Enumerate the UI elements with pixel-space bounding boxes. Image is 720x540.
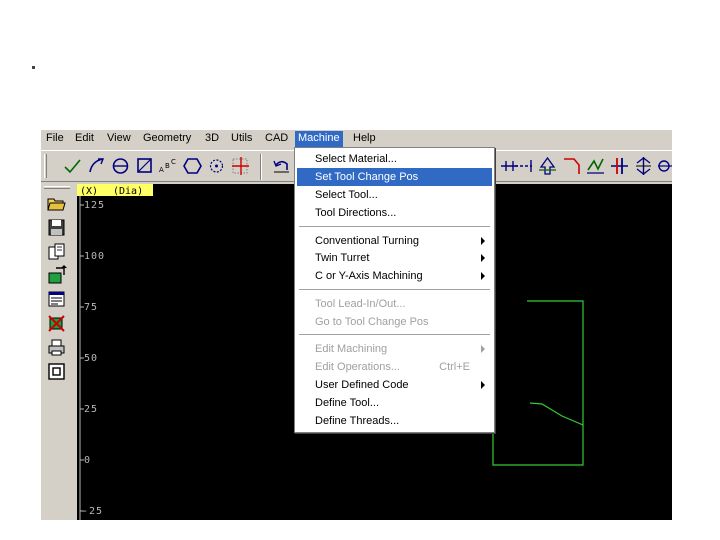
menu-separator [299,226,490,228]
menu-item-twin-turret[interactable]: Twin Turret [297,249,492,267]
menu-item-c-or-y-axis-machining[interactable]: C or Y-Axis Machining [297,267,492,285]
menu-item-tool-lead-in-out: Tool Lead-In/Out... [297,295,492,313]
save-disk-icon[interactable] [46,217,67,238]
open-folder-icon[interactable] [46,193,67,214]
menu-edit[interactable]: Edit [72,131,97,147]
frame-view-icon[interactable] [46,361,67,382]
menu-cad[interactable]: CAD [262,131,291,147]
svg-text:C: C [171,158,176,166]
delete-tool-icon[interactable] [46,313,67,334]
dia-header-label: (Dia) [113,186,143,197]
menu-item-label: Edit Operations... [315,361,400,373]
bullet-dot [32,66,35,69]
ruler-label: 125 [84,200,105,211]
copy-files-icon[interactable] [46,241,67,262]
menu-item-label: Select Material... [315,153,397,165]
menu-item-user-defined-code[interactable]: User Defined Code [297,376,492,394]
offset-tool-icon[interactable] [633,155,654,177]
line-tool-icon[interactable] [62,155,83,177]
angle-tool-icon[interactable] [561,155,582,177]
submenu-arrow-icon [481,237,485,245]
menu-item-label: Define Tool... [315,397,380,409]
text-abc-icon[interactable]: ABC [158,155,179,177]
menu-item-edit-operations: Edit Operations... Ctrl+E [297,358,492,376]
point-grid-icon[interactable] [230,155,251,177]
circle-tool-icon[interactable] [110,155,131,177]
chamfer-line-icon[interactable] [585,155,606,177]
menu-item-label: Select Tool... [315,189,378,201]
menu-geometry[interactable]: Geometry [140,131,194,147]
target-circle-icon[interactable] [206,155,227,177]
submenu-arrow-icon [481,345,485,353]
menu-item-label: Define Threads... [315,415,400,427]
menu-3d[interactable]: 3D [202,131,222,147]
toolbar-separator [260,154,262,180]
menu-item-label: Edit Machining [315,343,388,355]
ruler-label: 50 [84,353,98,364]
svg-text:A: A [159,166,164,174]
edit-form-icon[interactable] [46,289,67,310]
ruler-label: 25 [84,404,98,415]
menu-help[interactable]: Help [350,131,379,147]
menu-item-go-to-tool-change-pos: Go to Tool Change Pos [297,313,492,331]
menu-utils[interactable]: Utils [228,131,255,147]
menu-item-label: Twin Turret [315,252,370,264]
machine-dropdown-menu: Select Material... Set Tool Change Pos S… [294,147,495,433]
menu-item-label: User Defined Code [315,379,409,391]
ruler-label: 100 [84,251,105,262]
menu-item-label: Tool Lead-In/Out... [315,298,406,310]
menu-item-select-tool[interactable]: Select Tool... [297,186,492,204]
toolbar-grip[interactable] [44,154,47,178]
left-toolbar-grip[interactable] [44,186,70,189]
submenu-arrow-icon [481,272,485,280]
menu-item-define-tool[interactable]: Define Tool... [297,394,492,412]
chamfer-icon[interactable] [513,155,534,177]
menu-item-edit-machining: Edit Machining [297,340,492,358]
menu-bar: File Edit View Geometry 3D Utils CAD Mac… [41,130,672,148]
menu-item-label: C or Y-Axis Machining [315,270,423,282]
arrow-tool-icon[interactable] [537,155,558,177]
menu-item-label: Set Tool Change Pos [315,171,419,183]
more-tool-icon[interactable] [656,155,672,177]
menu-item-set-tool-change-pos[interactable]: Set Tool Change Pos [297,168,492,186]
menu-item-label: Go to Tool Change Pos [315,316,429,328]
menu-item-label: Tool Directions... [315,207,397,219]
hexagon-icon[interactable] [182,155,203,177]
menu-item-shortcut: Ctrl+E [439,361,470,373]
thread-tool-icon[interactable] [609,155,630,177]
print-icon[interactable] [46,337,67,358]
menu-separator [299,289,490,291]
load-tool-icon[interactable] [46,265,67,286]
rectangle-tool-icon[interactable] [134,155,155,177]
ruler-label: 75 [84,302,98,313]
menu-item-select-material[interactable]: Select Material... [297,150,492,168]
menu-item-label: Conventional Turning [315,235,419,247]
submenu-arrow-icon [481,254,485,262]
slide: File Edit View Geometry 3D Utils CAD Mac… [0,0,720,540]
menu-separator [299,334,490,336]
submenu-arrow-icon [481,381,485,389]
menu-item-define-threads[interactable]: Define Threads... [297,412,492,430]
menu-file[interactable]: File [43,131,67,147]
undo-icon[interactable] [271,155,292,177]
file-toolbar [41,184,75,520]
ruler-label: -25 [82,506,103,517]
menu-item-tool-directions[interactable]: Tool Directions... [297,204,492,222]
x-header-label: (X) [80,186,98,197]
menu-machine[interactable]: Machine [295,131,343,147]
arc-tool-icon[interactable] [86,155,107,177]
menu-view[interactable]: View [104,131,134,147]
ruler-label: 0 [84,455,91,466]
svg-text:B: B [165,162,170,170]
menu-item-conventional-turning[interactable]: Conventional Turning [297,232,492,250]
